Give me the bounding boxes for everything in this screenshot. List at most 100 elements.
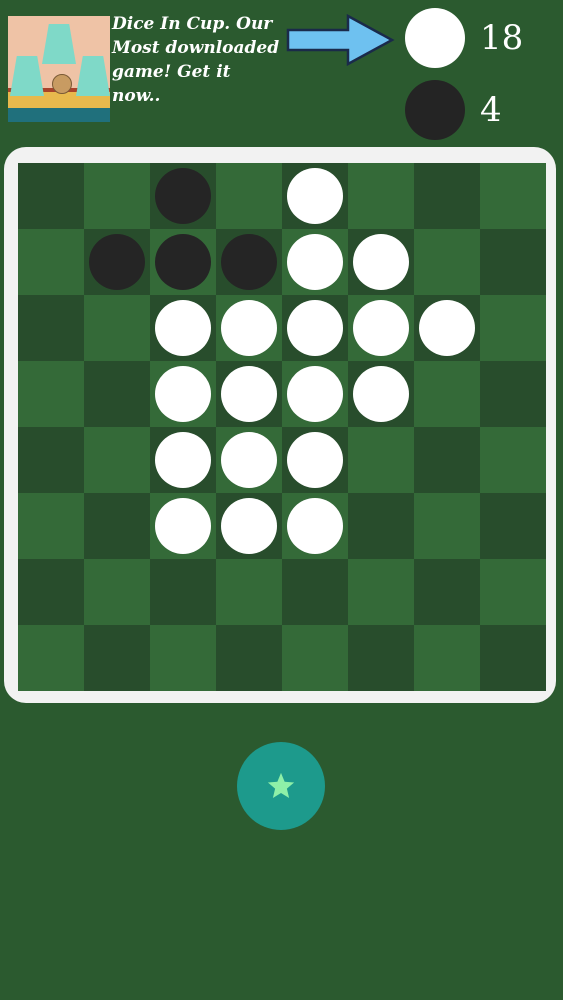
board-cell-r6c6[interactable]	[348, 493, 414, 559]
white-disc	[287, 498, 343, 554]
board-cell-r8c4[interactable]	[216, 625, 282, 691]
white-disc	[221, 498, 277, 554]
board-cell-r5c6[interactable]	[348, 427, 414, 493]
dice-in-cup-thumbnail-icon[interactable]	[8, 16, 110, 122]
black-score: 4	[480, 90, 502, 130]
black-disc	[155, 234, 211, 290]
promo-banner[interactable]: Dice In Cup. Our Most downloaded game! G…	[8, 12, 283, 128]
board-cell-r2c5[interactable]	[282, 229, 348, 295]
white-player-disc-icon	[405, 8, 465, 68]
board-cell-r4c2[interactable]	[84, 361, 150, 427]
black-player-disc-icon	[405, 80, 465, 140]
black-disc	[155, 168, 211, 224]
board-cell-r2c3[interactable]	[150, 229, 216, 295]
board-cell-r2c8[interactable]	[480, 229, 546, 295]
board-cell-r3c5[interactable]	[282, 295, 348, 361]
board-cell-r7c5[interactable]	[282, 559, 348, 625]
board-cell-r5c8[interactable]	[480, 427, 546, 493]
board-cell-r3c8[interactable]	[480, 295, 546, 361]
board-cell-r1c3[interactable]	[150, 163, 216, 229]
board-cell-r4c1[interactable]	[18, 361, 84, 427]
board-cell-r4c3[interactable]	[150, 361, 216, 427]
white-disc	[419, 300, 475, 356]
board-cell-r6c7[interactable]	[414, 493, 480, 559]
board-cell-r7c4[interactable]	[216, 559, 282, 625]
black-disc	[221, 234, 277, 290]
board-cell-r4c8[interactable]	[480, 361, 546, 427]
board-cell-r7c7[interactable]	[414, 559, 480, 625]
board-cell-r1c6[interactable]	[348, 163, 414, 229]
white-disc	[221, 300, 277, 356]
board-cell-r8c6[interactable]	[348, 625, 414, 691]
white-disc	[155, 366, 211, 422]
board-cell-r7c2[interactable]	[84, 559, 150, 625]
board-cell-r5c4[interactable]	[216, 427, 282, 493]
white-disc	[155, 498, 211, 554]
cup-icon	[10, 56, 44, 96]
board-cell-r4c6[interactable]	[348, 361, 414, 427]
board-cell-r8c8[interactable]	[480, 625, 546, 691]
board-cell-r4c4[interactable]	[216, 361, 282, 427]
cup-icon	[42, 24, 76, 64]
board-cell-r7c3[interactable]	[150, 559, 216, 625]
white-disc	[287, 168, 343, 224]
white-score: 18	[480, 18, 524, 58]
white-disc	[155, 432, 211, 488]
ball-icon	[52, 74, 72, 94]
board-cell-r5c5[interactable]	[282, 427, 348, 493]
board-cell-r8c2[interactable]	[84, 625, 150, 691]
board-cell-r3c7[interactable]	[414, 295, 480, 361]
board-cell-r3c4[interactable]	[216, 295, 282, 361]
board-cell-r2c2[interactable]	[84, 229, 150, 295]
cup-icon	[76, 56, 110, 96]
board-cell-r8c1[interactable]	[18, 625, 84, 691]
white-disc	[221, 432, 277, 488]
board-cell-r5c2[interactable]	[84, 427, 150, 493]
board-cell-r3c1[interactable]	[18, 295, 84, 361]
white-disc	[287, 366, 343, 422]
board-cell-r3c6[interactable]	[348, 295, 414, 361]
board-cell-r2c7[interactable]	[414, 229, 480, 295]
board-cell-r2c4[interactable]	[216, 229, 282, 295]
board-cell-r4c7[interactable]	[414, 361, 480, 427]
board-cell-r2c6[interactable]	[348, 229, 414, 295]
star-button[interactable]	[237, 742, 325, 830]
board-cell-r6c3[interactable]	[150, 493, 216, 559]
board-cell-r7c1[interactable]	[18, 559, 84, 625]
board-cell-r1c2[interactable]	[84, 163, 150, 229]
board-cell-r6c4[interactable]	[216, 493, 282, 559]
turn-arrow-icon	[286, 14, 395, 66]
board-cell-r6c1[interactable]	[18, 493, 84, 559]
board-cell-r6c2[interactable]	[84, 493, 150, 559]
board-cell-r2c1[interactable]	[18, 229, 84, 295]
board-cell-r5c1[interactable]	[18, 427, 84, 493]
board-cell-r6c8[interactable]	[480, 493, 546, 559]
board-cell-r7c8[interactable]	[480, 559, 546, 625]
board-cell-r1c8[interactable]	[480, 163, 546, 229]
board-cell-r8c5[interactable]	[282, 625, 348, 691]
black-disc	[89, 234, 145, 290]
white-disc	[221, 366, 277, 422]
board-cell-r3c3[interactable]	[150, 295, 216, 361]
board-cell-r5c7[interactable]	[414, 427, 480, 493]
game-board[interactable]	[18, 163, 546, 691]
white-disc	[353, 366, 409, 422]
board-cell-r1c4[interactable]	[216, 163, 282, 229]
board-cell-r1c5[interactable]	[282, 163, 348, 229]
board-cell-r7c6[interactable]	[348, 559, 414, 625]
board-cell-r1c1[interactable]	[18, 163, 84, 229]
board-cell-r6c5[interactable]	[282, 493, 348, 559]
board-cell-r8c7[interactable]	[414, 625, 480, 691]
board-cell-r1c7[interactable]	[414, 163, 480, 229]
board-cell-r8c3[interactable]	[150, 625, 216, 691]
white-disc	[287, 432, 343, 488]
white-disc	[353, 300, 409, 356]
board-cell-r4c5[interactable]	[282, 361, 348, 427]
board-cell-r3c2[interactable]	[84, 295, 150, 361]
white-disc	[287, 234, 343, 290]
white-disc	[155, 300, 211, 356]
promo-text[interactable]: Dice In Cup. Our Most downloaded game! G…	[112, 12, 284, 108]
white-disc	[353, 234, 409, 290]
white-disc	[287, 300, 343, 356]
board-cell-r5c3[interactable]	[150, 427, 216, 493]
